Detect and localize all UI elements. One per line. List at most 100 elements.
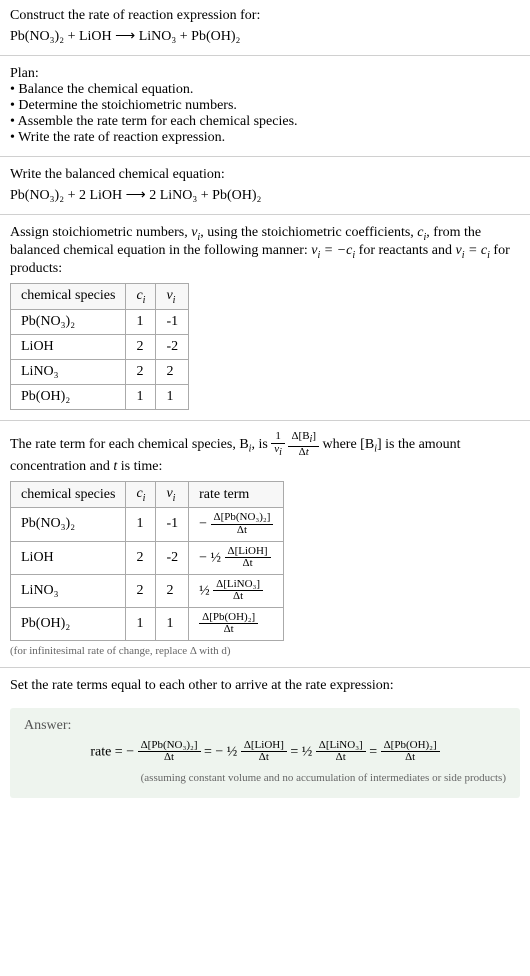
cell-ci: 2 [126,335,156,360]
cell-ci: 2 [126,574,156,607]
cell-vi: -1 [156,508,189,541]
cell-species: LiNO₃ [11,574,126,607]
stoich-block: Assign stoichiometric numbers, νi, using… [0,217,530,418]
header-equation: Pb(NO₃)₂ + LiOH ⟶ LiNO₃ + Pb(OH)₂ [10,28,520,45]
rate-den: Δt [225,558,271,570]
cell-species: LiOH [11,541,126,574]
cell-species: LiOH [11,335,126,360]
rate-intro-text: The rate term for each chemical species,… [10,437,249,452]
table-row: Pb(OH)₂ 1 1 Δ[Pb(OH)₂]Δt [11,607,284,640]
plan-item-text: Assemble the rate term for each chemical… [18,114,298,129]
table-header-row: chemical species ci νi rate term [11,481,284,508]
rate-prefix: ½ [199,583,210,598]
cell-ci: 2 [126,360,156,385]
rate-expression: rate = − Δ[Pb(NO₃)₂]Δt = − ½ Δ[LiOH]Δt =… [24,740,506,764]
cell-rate-term: − ½ Δ[LiOH]Δt [189,541,284,574]
stoich-text: for reactants and [355,243,455,258]
col-vi: νi [156,481,189,508]
rate-prefix: − [199,517,207,532]
col-ci: ci [126,283,156,310]
plan-item: • Balance the chemical equation. [10,82,520,98]
table-row: Pb(NO₃)₂ 1 -1 − Δ[Pb(NO₃)₂]Δt [11,508,284,541]
plan-item-text: Determine the stoichiometric numbers. [18,98,237,113]
table-row: LiOH2-2 [11,335,189,360]
col-vi: νi [156,283,189,310]
cell-vi: 2 [156,360,189,385]
divider [0,667,530,668]
table-row: LiOH 2 -2 − ½ Δ[LiOH]Δt [11,541,284,574]
cell-rate-term: Δ[Pb(OH)₂]Δt [189,607,284,640]
header-title: Construct the rate of reaction expressio… [10,8,520,24]
term-den: Δt [316,752,366,764]
plan-item: • Write the rate of reaction expression. [10,130,520,146]
col-ci: ci [126,481,156,508]
term-den: Δt [241,752,287,764]
term-prefix: − [126,744,134,759]
term-den: Δt [138,752,201,764]
cell-rate-term: ½ Δ[LiNO₃]Δt [189,574,284,607]
cell-vi: 1 [156,607,189,640]
plan-block: Plan: • Balance the chemical equation. •… [0,58,530,154]
divider [0,214,530,215]
plan-item: • Determine the stoichiometric numbers. [10,98,520,114]
cell-species: Pb(OH)₂ [11,385,126,410]
rate-label: rate = [90,744,126,759]
divider [0,156,530,157]
rate-intro-text: , is [251,437,271,452]
balanced-title: Write the balanced chemical equation: [10,167,520,183]
term-den: Δt [381,752,440,764]
cell-ci: 1 [126,607,156,640]
equals: = [290,744,301,759]
col-species: chemical species [11,283,126,310]
balanced-block: Write the balanced chemical equation: Pb… [0,159,530,212]
cell-ci: 2 [126,541,156,574]
balanced-equation: Pb(NO₃)₂ + 2 LiOH ⟶ 2 LiNO₃ + Pb(OH)₂ [10,187,520,204]
cell-species: Pb(NO₃)₂ [11,310,126,335]
cell-ci: 1 [126,385,156,410]
cell-ci: 1 [126,508,156,541]
rate-den: Δt [211,525,274,537]
assumption-note: (assuming constant volume and no accumul… [24,772,506,784]
rate-den: Δt [213,591,263,603]
rate-term-table: chemical species ci νi rate term Pb(NO₃)… [10,481,284,641]
table-row: Pb(NO₃)₂1-1 [11,310,189,335]
rate-intro-text: where [B [322,437,374,452]
rate-formula: 1νi Δ[Bi]Δt [271,437,322,452]
term-prefix: − ½ [215,744,237,759]
table-row: LiNO₃ 2 2 ½ Δ[LiNO₃]Δt [11,574,284,607]
stoich-text: Assign stoichiometric numbers, [10,225,191,240]
rate-block: The rate term for each chemical species,… [0,423,530,664]
plan-item: • Assemble the rate term for each chemic… [10,114,520,130]
nu-eq-neg-c: νi = −ci [311,243,355,258]
plan-title: Plan: [10,66,520,82]
cell-vi: -2 [156,541,189,574]
table-header-row: chemical species ci νi [11,283,189,310]
answer-box: Answer: rate = − Δ[Pb(NO₃)₂]Δt = − ½ Δ[L… [10,708,520,798]
col-rate-term: rate term [189,481,284,508]
final-title: Set the rate terms equal to each other t… [10,678,520,694]
divider [0,55,530,56]
plan-item-text: Write the rate of reaction expression. [18,130,225,145]
term-prefix: ½ [302,744,313,759]
rate-prefix: − ½ [199,550,221,565]
cell-species: Pb(OH)₂ [11,607,126,640]
nu-eq-c: νi = ci [455,243,489,258]
col-species: chemical species [11,481,126,508]
table-row: Pb(OH)₂11 [11,385,189,410]
final-title-block: Set the rate terms equal to each other t… [0,670,530,702]
equals: = [369,744,380,759]
cell-vi: 1 [156,385,189,410]
header-block: Construct the rate of reaction expressio… [0,0,530,53]
nu-i: νi [191,225,200,240]
rate-intro-text: is time: [117,459,162,474]
cell-species: LiNO₃ [11,360,126,385]
stoich-text: , using the stoichiometric coefficients, [200,225,417,240]
cell-ci: 1 [126,310,156,335]
rate-den: Δt [199,624,258,636]
cell-vi: -2 [156,335,189,360]
answer-label: Answer: [24,718,506,734]
divider [0,420,530,421]
cell-species: Pb(NO₃)₂ [11,508,126,541]
table-row: LiNO₃22 [11,360,189,385]
stoich-table: chemical species ci νi Pb(NO₃)₂1-1 LiOH2… [10,283,189,411]
